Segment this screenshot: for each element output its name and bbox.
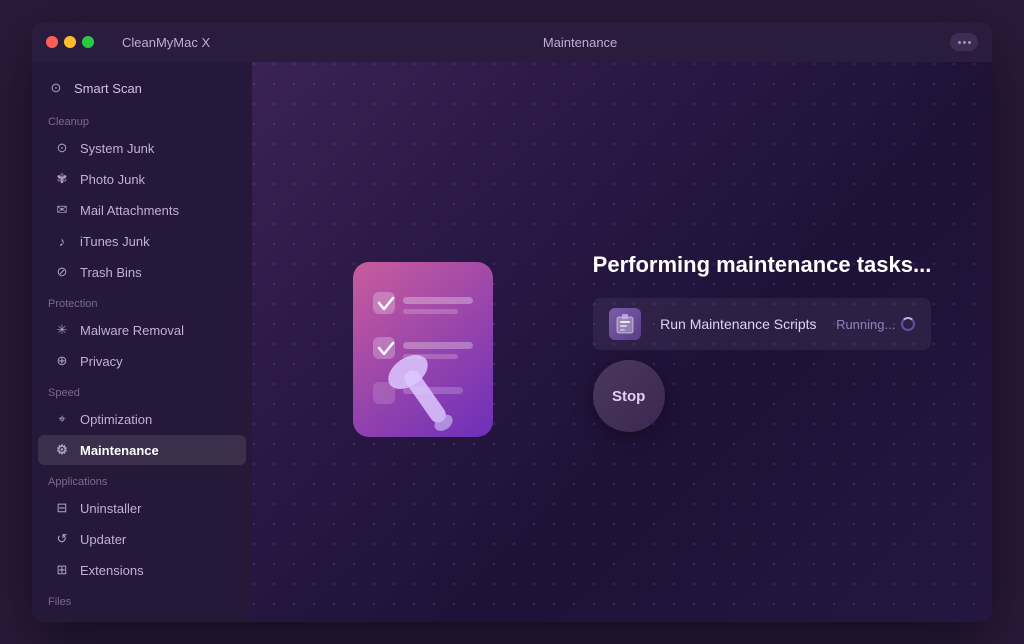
sidebar-item-malware-removal[interactable]: ✳ Malware Removal bbox=[38, 315, 246, 345]
trash-icon: ⊘ bbox=[54, 264, 70, 280]
sidebar-item-photo-junk[interactable]: ✾ Photo Junk bbox=[38, 164, 246, 194]
titlebar: CleanMyMac X Maintenance bbox=[32, 22, 992, 62]
maintenance-icon: ⚙ bbox=[54, 442, 70, 458]
main-panel: Performing maintenance tasks... Run bbox=[252, 62, 992, 622]
privacy-icon: ⊕ bbox=[54, 353, 70, 369]
task-row: Run Maintenance Scripts Running... bbox=[593, 298, 932, 350]
section-label-files: Files bbox=[32, 586, 252, 612]
task-icon bbox=[609, 308, 641, 340]
mail-icon: ✉ bbox=[54, 202, 70, 218]
section-label-applications: Applications bbox=[32, 466, 252, 492]
traffic-lights bbox=[46, 36, 94, 48]
task-name: Run Maintenance Scripts bbox=[653, 316, 824, 332]
page-title: Maintenance bbox=[543, 35, 617, 50]
sidebar-item-itunes-junk[interactable]: ♪ iTunes Junk bbox=[38, 226, 246, 256]
main-content-area: ⊙ Smart Scan Cleanup ⊙ System Junk ✾ Pho… bbox=[32, 62, 992, 622]
space-lens-icon: ◎ bbox=[54, 620, 70, 622]
system-junk-icon: ⊙ bbox=[54, 140, 70, 156]
uninstaller-icon: ⊟ bbox=[54, 500, 70, 516]
stop-button[interactable]: Stop bbox=[593, 360, 665, 432]
sidebar-item-optimization[interactable]: ⌖ Optimization bbox=[38, 404, 246, 434]
smart-scan-icon: ⊙ bbox=[48, 80, 64, 96]
sidebar-item-maintenance[interactable]: ⚙ Maintenance bbox=[38, 435, 246, 465]
illustration-svg bbox=[313, 242, 533, 472]
app-window: CleanMyMac X Maintenance ⊙ Smart Scan Cl… bbox=[32, 22, 992, 622]
sidebar-item-space-lens[interactable]: ◎ Space Lens bbox=[38, 613, 246, 622]
sidebar-item-uninstaller[interactable]: ⊟ Uninstaller bbox=[38, 493, 246, 523]
extensions-icon: ⊞ bbox=[54, 562, 70, 578]
sidebar-item-mail-attachments[interactable]: ✉ Mail Attachments bbox=[38, 195, 246, 225]
section-label-speed: Speed bbox=[32, 377, 252, 403]
section-label-cleanup: Cleanup bbox=[32, 106, 252, 132]
sidebar: ⊙ Smart Scan Cleanup ⊙ System Junk ✾ Pho… bbox=[32, 62, 252, 622]
section-label-protection: Protection bbox=[32, 288, 252, 314]
close-button[interactable] bbox=[46, 36, 58, 48]
app-name-label: CleanMyMac X bbox=[122, 35, 210, 50]
malware-icon: ✳ bbox=[54, 322, 70, 338]
updater-icon: ↺ bbox=[54, 531, 70, 547]
loading-spinner bbox=[901, 317, 915, 331]
sidebar-item-smart-scan[interactable]: ⊙ Smart Scan bbox=[32, 70, 252, 106]
itunes-icon: ♪ bbox=[54, 233, 70, 249]
sidebar-item-extensions[interactable]: ⊞ Extensions bbox=[38, 555, 246, 585]
performing-text: Performing maintenance tasks... bbox=[593, 252, 932, 278]
more-options-button[interactable] bbox=[950, 33, 978, 51]
photo-junk-icon: ✾ bbox=[54, 171, 70, 187]
maximize-button[interactable] bbox=[82, 36, 94, 48]
sidebar-item-system-junk[interactable]: ⊙ System Junk bbox=[38, 133, 246, 163]
sidebar-item-updater[interactable]: ↺ Updater bbox=[38, 524, 246, 554]
sidebar-item-trash-bins[interactable]: ⊘ Trash Bins bbox=[38, 257, 246, 287]
smart-scan-label: Smart Scan bbox=[74, 81, 142, 96]
minimize-button[interactable] bbox=[64, 36, 76, 48]
task-status: Running... bbox=[836, 317, 915, 332]
status-area: Performing maintenance tasks... Run bbox=[593, 252, 932, 432]
maintenance-illustration bbox=[313, 242, 533, 442]
sidebar-item-privacy[interactable]: ⊕ Privacy bbox=[38, 346, 246, 376]
optimization-icon: ⌖ bbox=[54, 411, 70, 427]
running-text: Running... bbox=[836, 317, 895, 332]
